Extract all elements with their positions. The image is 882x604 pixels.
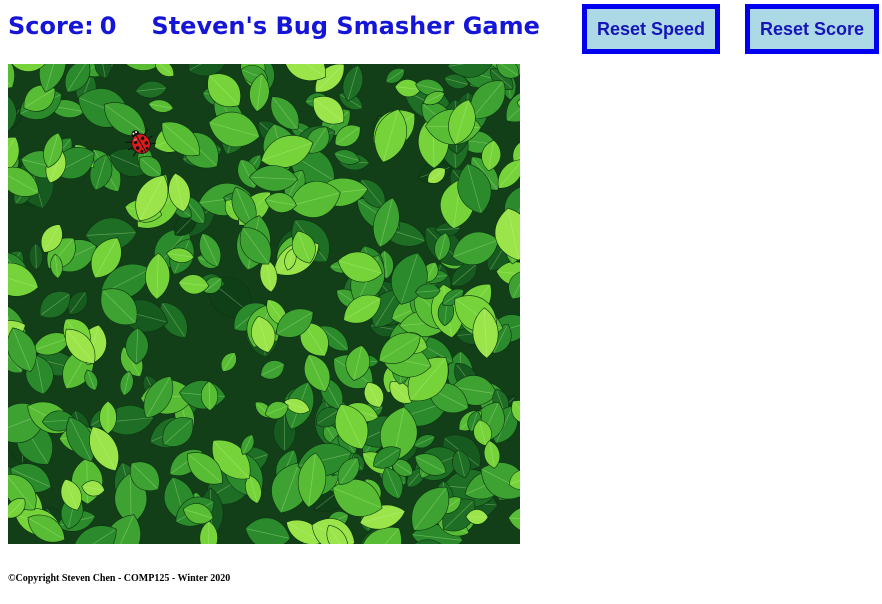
copyright-footer: ©Copyright Steven Chen - COMP125 - Winte…: [8, 573, 231, 584]
game-title: Steven's Bug Smasher Game: [151, 12, 540, 40]
score-value: 0: [99, 12, 117, 40]
ladybug-icon[interactable]: [124, 126, 156, 158]
reset-score-button[interactable]: Reset Score: [745, 4, 879, 54]
reset-speed-button[interactable]: Reset Speed: [582, 4, 720, 54]
score-label: Score:: [8, 12, 94, 40]
leaf-background-image: [8, 64, 520, 544]
game-header: Score: 0 Steven's Bug Smasher Game: [8, 8, 540, 44]
game-board[interactable]: [8, 64, 520, 544]
